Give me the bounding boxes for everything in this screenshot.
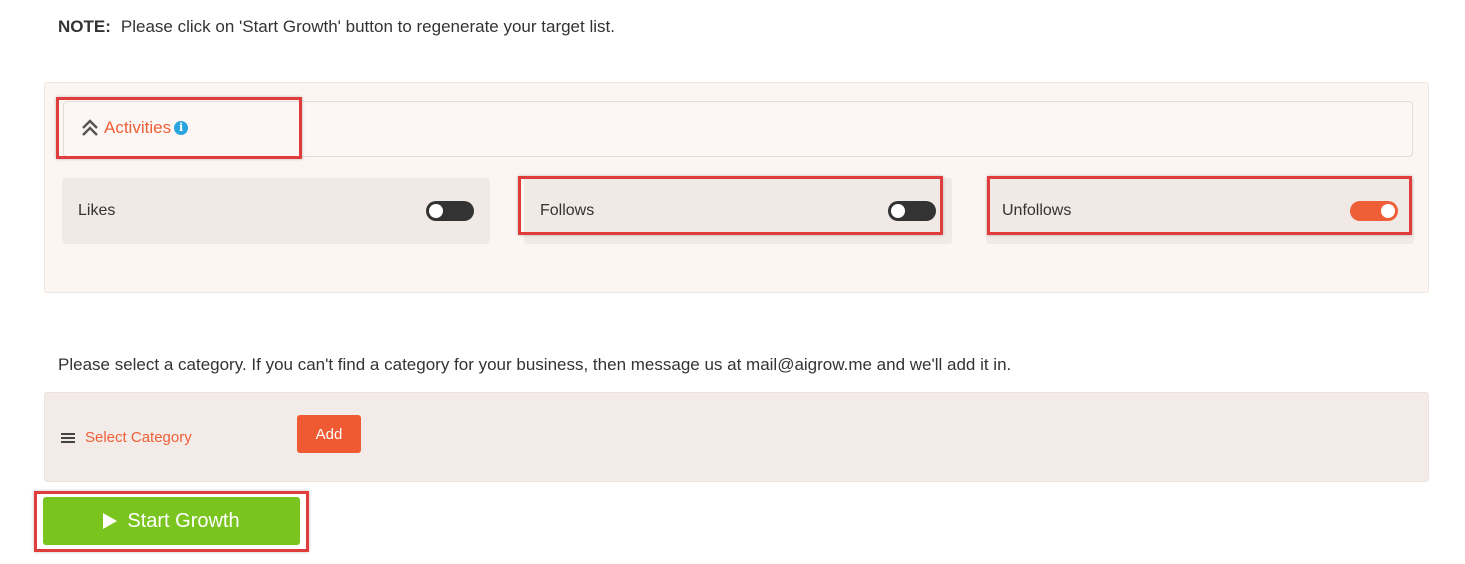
info-circle-icon[interactable]: i [174,121,189,135]
select-category-dropdown[interactable]: Select Category [61,429,192,446]
double-chevron-up-icon [80,118,100,138]
add-category-button[interactable]: Add [297,415,361,453]
category-instruction: Please select a category. If you can't f… [58,355,1012,374]
note-message: Please click on 'Start Growth' button to… [120,17,615,36]
play-icon [103,513,118,529]
category-panel: Select Category Add [44,392,1429,482]
select-category-label: Select Category [85,429,192,446]
toggle-knob [429,204,443,218]
toggle-knob [891,204,905,218]
likes-card: Likes [62,178,490,244]
activities-header: Activities i [63,101,1413,157]
follows-toggle[interactable] [888,201,936,221]
note-text: NOTE: Please click on 'Start Growth' butt… [58,17,615,37]
start-growth-label: Start Growth [127,509,240,532]
unfollows-label: Unfollows [1002,202,1072,219]
page: NOTE: Please click on 'Start Growth' butt… [0,0,1465,564]
activities-panel: Activities i Likes Follows Unfollows [44,82,1429,293]
activities-title: Activities [104,118,172,137]
likes-toggle[interactable] [426,201,474,221]
likes-label: Likes [78,202,116,219]
start-growth-button[interactable]: Start Growth [43,497,300,545]
toggle-knob [1381,204,1395,218]
note-label: NOTE: [58,17,111,36]
activities-toggle[interactable]: Activities i [80,118,189,138]
follows-label: Follows [540,202,595,219]
list-icon [61,432,75,443]
follows-card: Follows [524,178,952,244]
unfollows-card: Unfollows [986,178,1414,244]
unfollows-toggle[interactable] [1350,201,1398,221]
